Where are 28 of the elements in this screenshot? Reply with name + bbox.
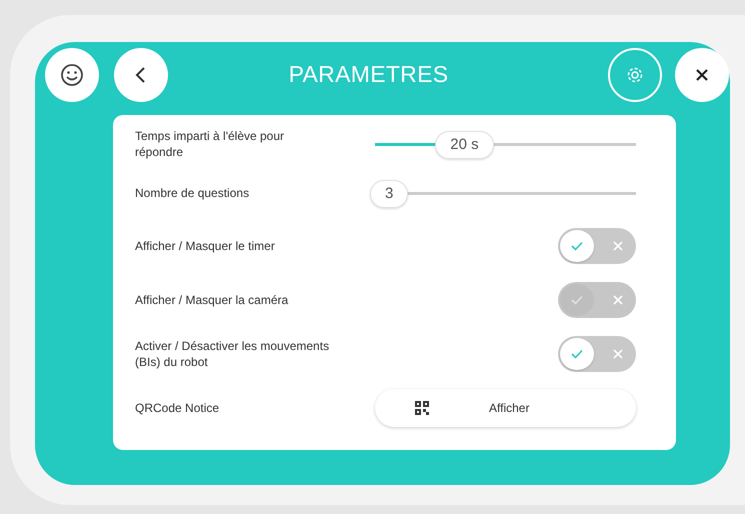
cross-icon <box>612 240 624 252</box>
slider-thumb[interactable]: 3 <box>370 180 408 208</box>
close-button[interactable] <box>675 48 729 102</box>
smiley-icon <box>59 62 85 88</box>
cross-icon <box>612 294 624 306</box>
setting-label: QRCode Notice <box>135 400 220 416</box>
check-option[interactable] <box>560 338 594 370</box>
screen-title: PARAMETRES <box>288 61 450 88</box>
check-icon <box>570 240 584 252</box>
qr-code-icon <box>415 401 429 415</box>
show-button[interactable]: Afficher <box>375 389 636 427</box>
slider-thumb[interactable]: 20 s <box>435 131 494 159</box>
toggle-switch[interactable] <box>558 228 636 264</box>
check-option[interactable] <box>560 230 594 262</box>
setting-label: Afficher / Masquer le timer <box>135 238 276 254</box>
smiley-button[interactable] <box>45 48 99 102</box>
setting-label: Afficher / Masquer la caméra <box>135 292 290 308</box>
toggle-switch[interactable] <box>558 336 636 372</box>
check-icon <box>570 348 584 360</box>
slider[interactable]: 20 s <box>375 129 636 159</box>
cross-icon <box>612 348 624 360</box>
back-button[interactable] <box>114 48 168 102</box>
setting-label: Activer / Désactiver les mouvements (BIs) du robot <box>135 338 330 370</box>
check-icon <box>570 294 584 306</box>
settings-button[interactable] <box>608 48 662 102</box>
setting-label: Temps imparti à l'élève pour répondre <box>135 128 286 160</box>
setting-label: Nombre de questions <box>135 185 250 201</box>
close-icon <box>694 66 710 82</box>
